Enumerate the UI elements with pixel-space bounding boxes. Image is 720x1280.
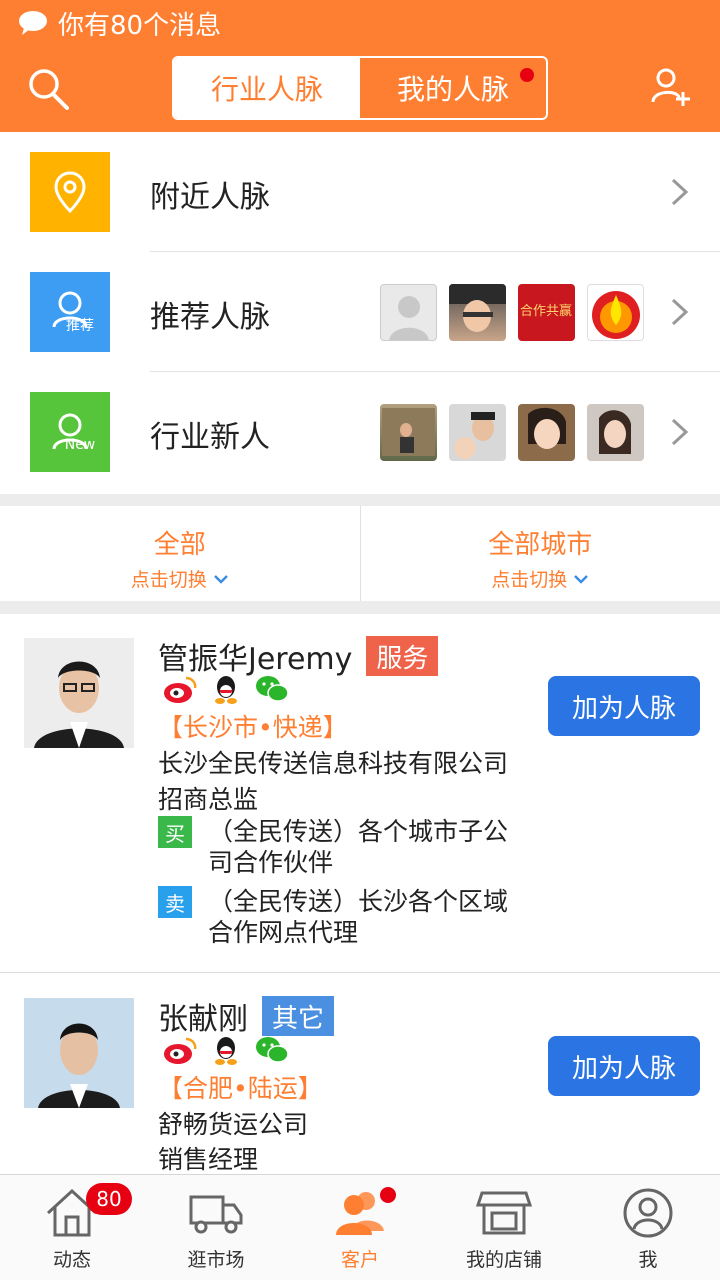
chevron-right-icon: [671, 178, 689, 206]
sell-offer-text: （全民传送）长沙各个区域合作网点代理: [208, 887, 509, 947]
city-industry: 【合肥•陆运】: [158, 1074, 323, 1103]
hint-text: 点击切换: [130, 569, 207, 591]
nav-customers[interactable]: 客户: [288, 1175, 432, 1280]
flame-logo-avatar[interactable]: [587, 284, 644, 341]
bottom-nav: 动态 逛市场 客户 我的店铺 我 80: [0, 1174, 720, 1280]
search-icon[interactable]: [26, 66, 72, 112]
nav-label: 逛市场: [187, 1249, 245, 1271]
weibo-icon[interactable]: [162, 674, 198, 704]
nav-label: 我: [638, 1249, 658, 1271]
category-filter-hint: 点击切换: [131, 565, 229, 592]
city-filter-label: 全部城市: [488, 530, 593, 560]
nearby-tile: [30, 152, 110, 232]
weibo-icon[interactable]: [162, 1035, 198, 1065]
add-contact-button[interactable]: 加为人脉: [548, 1036, 700, 1096]
truck-icon: [189, 1195, 243, 1234]
buy-offer-text: （全民传送）各个城市子公司合作伙伴: [208, 817, 509, 877]
nav-label: 客户: [340, 1249, 379, 1271]
customers-unread-dot: [380, 1187, 396, 1203]
wechat-icon[interactable]: [254, 1035, 290, 1065]
chevron-down-icon: [574, 574, 589, 584]
company-name: 长沙全民传送信息科技有限公司: [158, 749, 509, 778]
new-contacts-label: 行业新人: [150, 420, 270, 455]
recommended-contacts-row[interactable]: 推荐 推荐人脉 合作共赢: [0, 252, 720, 372]
add-contact-button[interactable]: 加为人脉: [548, 676, 700, 736]
nearby-label: 附近人脉: [150, 180, 270, 215]
avatar[interactable]: [518, 404, 575, 461]
location-pin-icon: [54, 171, 86, 214]
unread-dot: [520, 68, 534, 82]
city-filter-hint: 点击切换: [491, 565, 589, 592]
contact-card[interactable]: 张献刚 其它 【合肥•陆运】 舒畅货运公司 销售经理 加为人脉: [0, 973, 720, 1174]
chevron-right-icon: [671, 298, 689, 326]
new-contacts-row[interactable]: New 行业新人: [0, 372, 720, 492]
category-filter-label: 全部: [153, 530, 206, 560]
default-avatar[interactable]: [380, 284, 437, 341]
chevron-right-icon: [671, 418, 689, 446]
new-contacts-thumbs: [380, 404, 644, 461]
nav-label: 我的店铺: [465, 1249, 542, 1271]
category-tag: 其它: [262, 996, 335, 1036]
recommended-label: 推荐人脉: [150, 300, 270, 335]
tab-my-contacts[interactable]: 我的人脉: [360, 58, 546, 118]
feed-count-badge: 80: [86, 1183, 132, 1215]
contact-name: 管振华Jeremy: [158, 642, 353, 677]
wechat-icon[interactable]: [254, 674, 290, 704]
job-title: 销售经理: [158, 1145, 259, 1174]
avatar[interactable]: [24, 998, 134, 1108]
logo-text: 合作共赢: [520, 304, 573, 319]
buy-offer[interactable]: 买 （全民传送）各个城市子公司合作伙伴: [158, 816, 538, 880]
company-logo-avatar[interactable]: 合作共赢: [518, 284, 575, 341]
job-title: 招商总监: [158, 785, 259, 814]
category-filter[interactable]: 全部 点击切换: [0, 506, 360, 601]
social-icons: [162, 674, 290, 704]
city-industry: 【长沙市•快递】: [158, 713, 348, 742]
avatar[interactable]: [587, 404, 644, 461]
tab-switcher: 行业人脉 我的人脉: [172, 56, 548, 120]
contact-card[interactable]: 管振华Jeremy 服务 【长沙市•快递】 长沙全民传送信息科技有限公司 招商总…: [0, 614, 720, 972]
chat-bubble-icon: [19, 11, 47, 35]
profile-icon: [623, 1188, 673, 1238]
quick-links: 附近人脉 推荐 推荐人脉 合作共赢 New 行业新人: [0, 132, 720, 494]
category-tag: 服务: [366, 636, 439, 676]
buy-badge: 买: [158, 816, 192, 848]
app-header: 你有80个消息 行业人脉 我的人脉: [0, 0, 720, 132]
avatar[interactable]: [24, 638, 134, 748]
contact-name: 张献刚: [158, 1002, 248, 1037]
message-notice[interactable]: 你有80个消息: [18, 6, 222, 41]
filter-bar: 全部 点击切换 全部城市 点击切换: [0, 506, 720, 601]
name-row: 管振华Jeremy 服务: [158, 634, 439, 678]
city-filter[interactable]: 全部城市 点击切换: [359, 506, 720, 601]
avatar[interactable]: [380, 404, 437, 461]
hint-text: 点击切换: [491, 569, 568, 591]
chevron-down-icon: [213, 574, 228, 584]
sell-badge: 卖: [158, 886, 192, 918]
avatar[interactable]: [449, 284, 506, 341]
nav-my-shop[interactable]: 我的店铺: [432, 1175, 576, 1280]
nearby-contacts-row[interactable]: 附近人脉: [0, 132, 720, 252]
social-icons: [162, 1035, 290, 1065]
nav-market[interactable]: 逛市场: [144, 1175, 288, 1280]
name-row: 张献刚 其它: [158, 994, 335, 1038]
sell-offer[interactable]: 卖 （全民传送）长沙各个区域合作网点代理: [158, 886, 538, 950]
tab-my-contacts-label: 我的人脉: [396, 73, 509, 106]
company-name: 舒畅货运公司: [158, 1110, 309, 1139]
avatar[interactable]: [449, 404, 506, 461]
new-tile: New: [30, 392, 110, 472]
qq-icon[interactable]: [208, 1035, 244, 1065]
shop-icon: [476, 1191, 532, 1235]
notice-text: 你有80个消息: [58, 10, 222, 41]
nav-me[interactable]: 我: [576, 1175, 720, 1280]
recommended-thumbs: 合作共赢: [380, 284, 644, 341]
tab-industry-contacts[interactable]: 行业人脉: [174, 58, 360, 118]
nav-label: 动态: [52, 1249, 91, 1271]
tile-text: 推荐: [66, 318, 94, 334]
add-user-icon[interactable]: [650, 66, 692, 108]
tile-text: New: [64, 437, 96, 453]
recommended-tile: 推荐: [30, 272, 110, 352]
qq-icon[interactable]: [208, 674, 244, 704]
